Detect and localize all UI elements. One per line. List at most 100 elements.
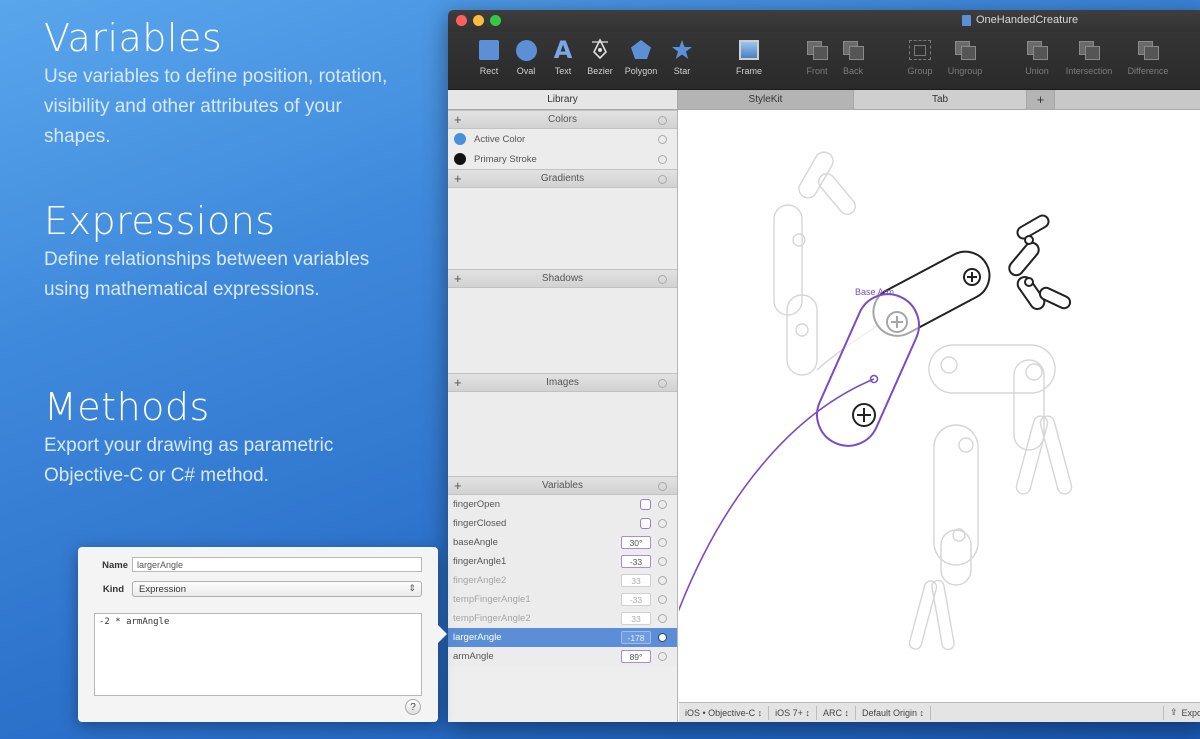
bezier-tool-button[interactable]: Bezier [577,36,623,76]
variable-connect-icon[interactable] [658,500,667,509]
variable-row[interactable]: fingerAngle1 -33 [448,552,677,571]
zoom-window-button[interactable] [490,15,501,26]
variable-connect-icon[interactable] [658,576,667,585]
variable-connect-icon[interactable] [658,633,667,642]
variable-connect-icon[interactable] [658,614,667,623]
text-tool-label: Text [554,66,572,76]
close-window-button[interactable] [456,15,467,26]
variable-value-field[interactable]: 30° [621,536,651,549]
intersection-button[interactable]: Intersection [1066,36,1112,76]
ghost-arm-segment [773,204,803,316]
tab-document[interactable]: Tab [854,90,1027,109]
ungroup-button[interactable]: Ungroup [942,36,988,76]
star-tool-button[interactable]: Star [659,36,705,76]
frame-tool-button[interactable]: Frame [726,36,772,76]
shadows-options-icon[interactable] [658,275,667,284]
variables-section-title: Variables [542,480,583,491]
base-arm-selected[interactable] [807,284,929,455]
add-variable-button[interactable]: + [454,478,462,493]
origin-selector[interactable]: Default Origin ↕ [856,705,931,720]
gradients-section-header[interactable]: + Gradients [448,169,677,188]
shadows-section-header[interactable]: + Shadows [448,269,677,288]
union-button[interactable]: Union [1014,36,1060,76]
promo-methods-text: Export your drawing as parametric Object… [44,435,334,486]
kind-select-value: Expression [139,583,186,595]
variable-connect-icon[interactable] [658,538,667,547]
group-button[interactable]: Group [897,36,943,76]
add-shadow-button[interactable]: + [454,271,462,286]
union-icon [1027,41,1048,60]
variable-checkbox[interactable] [640,518,651,529]
star-icon [672,40,692,59]
variable-row[interactable]: fingerOpen [448,495,677,514]
color-options-icon[interactable] [658,155,667,164]
variable-row[interactable]: tempFingerAngle2 33 [448,609,677,628]
colors-options-icon[interactable] [658,116,667,125]
intersection-icon [1079,41,1100,60]
variable-value-field[interactable]: 33 [621,612,651,625]
export-button[interactable]: ⇪ Expo [1162,705,1200,720]
add-tab-button[interactable]: + [1027,90,1055,109]
expression-editor[interactable]: -2 * armAngle [94,613,422,696]
minimize-window-button[interactable] [473,15,484,26]
images-options-icon[interactable] [658,379,667,388]
select-arrows-icon: ⇕ [408,583,416,593]
colors-section-header[interactable]: + Colors [448,110,677,129]
tab-library[interactable]: Library [448,90,678,109]
variable-checkbox[interactable] [640,499,651,510]
ghost-toe [908,580,938,650]
variable-value-field[interactable]: 89° [621,650,651,663]
variables-options-icon[interactable] [658,482,667,491]
memory-selector[interactable]: ARC ↕ [817,705,856,720]
add-image-button[interactable]: + [454,375,462,390]
window-title-text: OneHandedCreature [976,14,1079,26]
add-gradient-button[interactable]: + [454,171,462,186]
finger-tip-upper[interactable] [1015,213,1050,240]
app-window: OneHandedCreature Rect Oval A Text Bezie… [448,10,1200,722]
variable-row[interactable]: fingerAngle2 33 [448,571,677,590]
variable-row[interactable]: tempFingerAngle1 -33 [448,590,677,609]
variable-value-field[interactable]: -33 [621,593,651,606]
kind-select[interactable]: Expression ⇕ [132,581,422,597]
color-item[interactable]: Active Color [448,129,677,149]
window-controls [456,15,501,26]
variable-row[interactable]: fingerClosed [448,514,677,533]
variable-value-field[interactable]: -178 [621,631,651,644]
color-item[interactable]: Primary Stroke [448,149,677,169]
toolbar: Rect Oval A Text Bezier Polygon Star Fra… [448,32,1200,90]
variable-connect-icon[interactable] [658,595,667,604]
help-button[interactable]: ? [405,699,421,715]
color-options-icon[interactable] [658,135,667,144]
variable-connect-icon[interactable] [658,557,667,566]
variable-connect-icon[interactable] [658,652,667,661]
variables-section-header[interactable]: + Variables [448,476,677,495]
target-selector[interactable]: iOS 7+ ↕ [769,705,817,720]
finger-upper[interactable] [1006,240,1041,278]
difference-button[interactable]: Difference [1125,36,1171,76]
group-label: Group [907,66,933,76]
drawing-canvas[interactable]: Base Arm [666,110,1200,702]
images-section-header[interactable]: + Images [448,373,677,392]
shadows-list [448,288,677,373]
variable-name-input[interactable]: largerAngle [132,557,422,572]
variable-row[interactable]: baseAngle 30° [448,533,677,552]
oval-icon [515,39,537,61]
promo-variables: Variables Use variables to define positi… [44,16,404,152]
polygon-tool-button[interactable]: Polygon [618,36,664,76]
send-back-button[interactable]: Back [830,36,876,76]
gradients-options-icon[interactable] [658,175,667,184]
add-color-button[interactable]: + [454,112,462,127]
variable-connect-icon[interactable] [658,519,667,528]
variable-value-field[interactable]: 33 [621,574,651,587]
tab-stylekit[interactable]: StyleKit [678,90,854,109]
variable-row[interactable]: armAngle 89° [448,647,677,666]
variable-name: armAngle [453,651,494,662]
difference-label: Difference [1127,66,1169,76]
variable-row-selected[interactable]: largerAngle -178 [448,628,677,647]
finger-joint [1024,235,1034,245]
promo-variables-text: Use variables to define position, rotati… [44,66,388,147]
language-selector[interactable]: iOS • Objective-C ↕ [679,705,770,720]
variable-value-field[interactable]: -33 [621,555,651,568]
ungroup-icon [955,41,976,60]
promo-variables-title: Variables [44,16,223,60]
